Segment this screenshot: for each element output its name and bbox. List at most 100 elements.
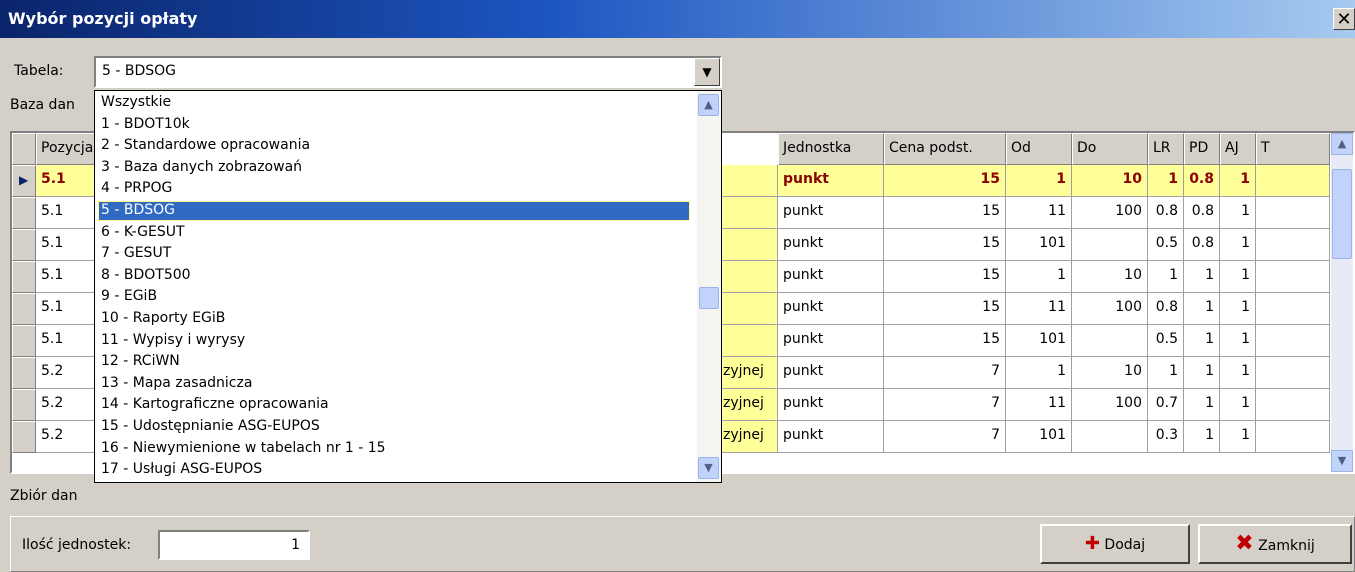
row-indicator[interactable] <box>12 261 36 293</box>
dropdown-option[interactable]: 13 - Mapa zasadnicza <box>99 375 689 393</box>
cell-jednostka[interactable]: punkt <box>778 261 884 293</box>
cell-do[interactable]: 100 <box>1072 197 1148 229</box>
close-button[interactable]: ✖ Zamknij <box>1198 524 1352 564</box>
cell-aj[interactable]: 1 <box>1220 389 1256 421</box>
cell-pd[interactable]: 1 <box>1184 325 1220 357</box>
cell-cena[interactable]: 15 <box>884 325 1006 357</box>
scroll-up-icon[interactable]: ▲ <box>698 94 719 116</box>
cell-aj[interactable]: 1 <box>1220 261 1256 293</box>
row-indicator[interactable]: ▶ <box>12 165 36 197</box>
cell-do[interactable] <box>1072 229 1148 261</box>
grid-scrollbar[interactable]: ▲ ▼ <box>1331 133 1353 472</box>
cell-t[interactable] <box>1256 229 1330 261</box>
dropdown-option[interactable]: 10 - Raporty EGiB <box>99 310 689 328</box>
col-aj[interactable]: AJ <box>1220 133 1256 165</box>
cell-lr[interactable]: 1 <box>1148 357 1184 389</box>
cell-cena[interactable]: 15 <box>884 165 1006 197</box>
cell-od[interactable]: 1 <box>1006 261 1072 293</box>
cell-aj[interactable]: 1 <box>1220 165 1256 197</box>
dropdown-option[interactable]: 8 - BDOT500 <box>99 267 689 285</box>
cell-od[interactable]: 101 <box>1006 229 1072 261</box>
cell-jednostka[interactable]: punkt <box>778 325 884 357</box>
cell-do[interactable]: 10 <box>1072 165 1148 197</box>
dropdown-option[interactable]: 12 - RCiWN <box>99 353 689 371</box>
cell-cena[interactable]: 7 <box>884 357 1006 389</box>
dropdown-option[interactable]: 2 - Standardowe opracowania <box>99 137 689 155</box>
cell-t[interactable] <box>1256 325 1330 357</box>
cell-lr[interactable]: 0.7 <box>1148 389 1184 421</box>
cell-cena[interactable]: 15 <box>884 261 1006 293</box>
cell-lr[interactable]: 0.5 <box>1148 325 1184 357</box>
cell-pd[interactable]: 1 <box>1184 357 1220 389</box>
cell-t[interactable] <box>1256 293 1330 325</box>
cell-do[interactable]: 10 <box>1072 357 1148 389</box>
dropdown-option[interactable]: 9 - EGiB <box>99 288 689 306</box>
cell-opis[interactable] <box>718 325 778 357</box>
cell-opis[interactable] <box>718 165 778 197</box>
chevron-down-icon[interactable]: ▼ <box>694 58 720 86</box>
dropdown-option[interactable]: 7 - GESUT <box>99 245 689 263</box>
cell-aj[interactable]: 1 <box>1220 421 1256 453</box>
row-indicator[interactable] <box>12 293 36 325</box>
cell-opis[interactable]: zyjnej <box>718 389 778 421</box>
dropdown-option[interactable]: 16 - Niewymienione w tabelach nr 1 - 15 <box>99 440 689 458</box>
scroll-down-icon[interactable]: ▼ <box>1331 450 1353 472</box>
cell-do[interactable]: 100 <box>1072 293 1148 325</box>
cell-pd[interactable]: 1 <box>1184 421 1220 453</box>
qty-input[interactable]: 1 <box>158 530 310 560</box>
cell-jednostka[interactable]: punkt <box>778 165 884 197</box>
cell-jednostka[interactable]: punkt <box>778 197 884 229</box>
cell-od[interactable]: 11 <box>1006 293 1072 325</box>
col-do[interactable]: Do <box>1072 133 1148 165</box>
dropdown-option[interactable]: Wszystkie <box>99 94 689 112</box>
cell-lr[interactable]: 0.3 <box>1148 421 1184 453</box>
cell-jednostka[interactable]: punkt <box>778 421 884 453</box>
dropdown-option[interactable]: 17 - Usługi ASG-EUPOS <box>99 461 689 479</box>
cell-t[interactable] <box>1256 421 1330 453</box>
cell-jednostka[interactable]: punkt <box>778 357 884 389</box>
cell-pd[interactable]: 1 <box>1184 293 1220 325</box>
dropdown-option[interactable]: 3 - Baza danych zobrazowań <box>99 159 689 177</box>
cell-opis[interactable]: zyjnej <box>718 421 778 453</box>
cell-do[interactable] <box>1072 421 1148 453</box>
cell-do[interactable]: 100 <box>1072 389 1148 421</box>
col-od[interactable]: Od <box>1006 133 1072 165</box>
dropdown-option[interactable]: 4 - PRPOG <box>99 180 689 198</box>
col-lr[interactable]: LR <box>1148 133 1184 165</box>
cell-cena[interactable]: 7 <box>884 421 1006 453</box>
cell-t[interactable] <box>1256 261 1330 293</box>
row-indicator[interactable] <box>12 389 36 421</box>
scroll-down-icon[interactable]: ▼ <box>698 457 719 479</box>
cell-od[interactable]: 101 <box>1006 421 1072 453</box>
table-dropdown-list[interactable]: ▲ ▼ Wszystkie 1 - BDOT10k 2 - Standardowe … <box>94 90 722 483</box>
cell-pd[interactable]: 0.8 <box>1184 229 1220 261</box>
add-button[interactable]: ✚ Dodaj <box>1040 524 1190 564</box>
cell-aj[interactable]: 1 <box>1220 197 1256 229</box>
col-jednostka[interactable]: Jednostka <box>778 133 884 165</box>
cell-opis[interactable] <box>718 197 778 229</box>
cell-opis[interactable]: zyjnej <box>718 357 778 389</box>
cell-lr[interactable]: 1 <box>1148 261 1184 293</box>
col-cena[interactable]: Cena podst. <box>884 133 1006 165</box>
cell-od[interactable]: 11 <box>1006 197 1072 229</box>
cell-t[interactable] <box>1256 357 1330 389</box>
close-window-button[interactable]: ✕ <box>1333 8 1355 30</box>
cell-jednostka[interactable]: punkt <box>778 293 884 325</box>
dropdown-option[interactable]: 14 - Kartograficzne opracowania <box>99 396 689 414</box>
cell-t[interactable] <box>1256 165 1330 197</box>
cell-aj[interactable]: 1 <box>1220 229 1256 261</box>
dropdown-scroll-thumb[interactable] <box>699 287 719 309</box>
cell-pd[interactable]: 1 <box>1184 261 1220 293</box>
cell-cena[interactable]: 15 <box>884 229 1006 261</box>
cell-pd[interactable]: 1 <box>1184 389 1220 421</box>
cell-od[interactable]: 1 <box>1006 165 1072 197</box>
cell-t[interactable] <box>1256 389 1330 421</box>
col-pd[interactable]: PD <box>1184 133 1220 165</box>
dropdown-option[interactable]: 15 - Udostępnianie ASG-EUPOS <box>99 418 689 436</box>
grid-scroll-thumb[interactable] <box>1332 169 1352 259</box>
cell-aj[interactable]: 1 <box>1220 325 1256 357</box>
cell-lr[interactable]: 1 <box>1148 165 1184 197</box>
dropdown-option[interactable]: 5 - BDSOG <box>98 201 690 221</box>
cell-lr[interactable]: 0.8 <box>1148 293 1184 325</box>
dropdown-option[interactable]: 11 - Wypisy i wyrysy <box>99 332 689 350</box>
